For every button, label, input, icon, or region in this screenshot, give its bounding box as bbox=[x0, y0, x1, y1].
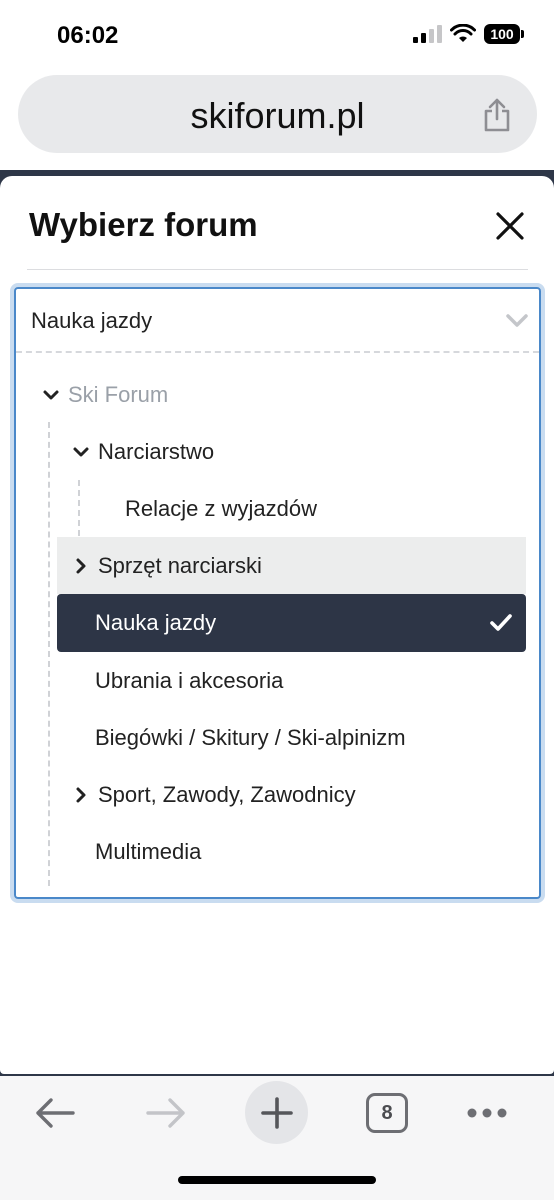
tree-item-label: Narciarstwo bbox=[98, 439, 215, 464]
tree-root-ski-forum[interactable]: Ski Forum bbox=[42, 382, 168, 408]
tree-guide-line bbox=[48, 422, 50, 886]
tree-item-label: Biegówki / Skitury / Ski-alpinizm bbox=[95, 725, 406, 750]
signal-icon bbox=[413, 25, 442, 43]
battery-icon: 100 bbox=[484, 24, 524, 44]
tree-item-multimedia[interactable]: Multimedia bbox=[95, 839, 201, 865]
chevron-down-icon bbox=[73, 447, 89, 457]
tree-item-label: Nauka jazdy bbox=[95, 610, 217, 635]
chevron-right-icon bbox=[76, 787, 86, 803]
tree-item-label: Multimedia bbox=[95, 839, 202, 864]
url-text[interactable]: skiforum.pl bbox=[18, 95, 537, 137]
close-button[interactable] bbox=[490, 206, 530, 246]
tree-guide-line bbox=[78, 480, 80, 536]
more-icon[interactable] bbox=[466, 1106, 508, 1120]
chevron-right-icon bbox=[76, 558, 86, 574]
tree-item-label: Sprzęt narciarski bbox=[98, 553, 262, 578]
tree-item-biegowki[interactable]: Biegówki / Skitury / Ski-alpinizm bbox=[95, 725, 406, 751]
forward-arrow-icon[interactable] bbox=[145, 1096, 187, 1130]
modal-divider bbox=[27, 269, 528, 270]
tree-item-label: Sport, Zawody, Zawodnicy bbox=[98, 782, 356, 807]
tree-item-sport[interactable]: Sport, Zawody, Zawodnicy bbox=[72, 782, 356, 808]
share-icon[interactable] bbox=[481, 97, 513, 133]
select-current-value[interactable]: Nauka jazdy bbox=[31, 308, 152, 334]
status-bar: 06:02 100 bbox=[0, 0, 554, 70]
modal-title: Wybierz forum bbox=[29, 206, 258, 243]
status-time: 06:02 bbox=[57, 22, 119, 49]
plus-icon bbox=[260, 1096, 293, 1129]
url-bar[interactable]: skiforum.pl bbox=[18, 75, 537, 153]
tree-item-label: Ubrania i akcesoria bbox=[95, 668, 284, 693]
home-indicator bbox=[178, 1176, 376, 1184]
check-icon bbox=[490, 614, 512, 631]
tree-item-label: Relacje z wyjazdów bbox=[125, 496, 317, 521]
tree-item-relacje[interactable]: Relacje z wyjazdów bbox=[125, 496, 317, 522]
tabs-button[interactable]: 8 bbox=[366, 1093, 408, 1133]
status-icons: 100 bbox=[413, 24, 524, 44]
back-arrow-icon[interactable] bbox=[34, 1096, 76, 1130]
new-tab-button[interactable] bbox=[245, 1081, 308, 1144]
tree-item-sprzet[interactable]: Sprzęt narciarski bbox=[72, 553, 262, 579]
tree-item-label: Ski Forum bbox=[68, 382, 169, 407]
close-icon bbox=[496, 212, 524, 240]
wifi-icon bbox=[450, 24, 476, 42]
tree-group-narciarstwo[interactable]: Narciarstwo bbox=[72, 439, 214, 465]
chevron-down-icon bbox=[43, 390, 59, 400]
chevron-down-icon[interactable] bbox=[504, 309, 530, 331]
tree-item-ubrania[interactable]: Ubrania i akcesoria bbox=[95, 668, 283, 694]
tree-item-nauka-jazdy-selected[interactable]: Nauka jazdy bbox=[57, 594, 526, 652]
select-separator bbox=[16, 351, 539, 353]
